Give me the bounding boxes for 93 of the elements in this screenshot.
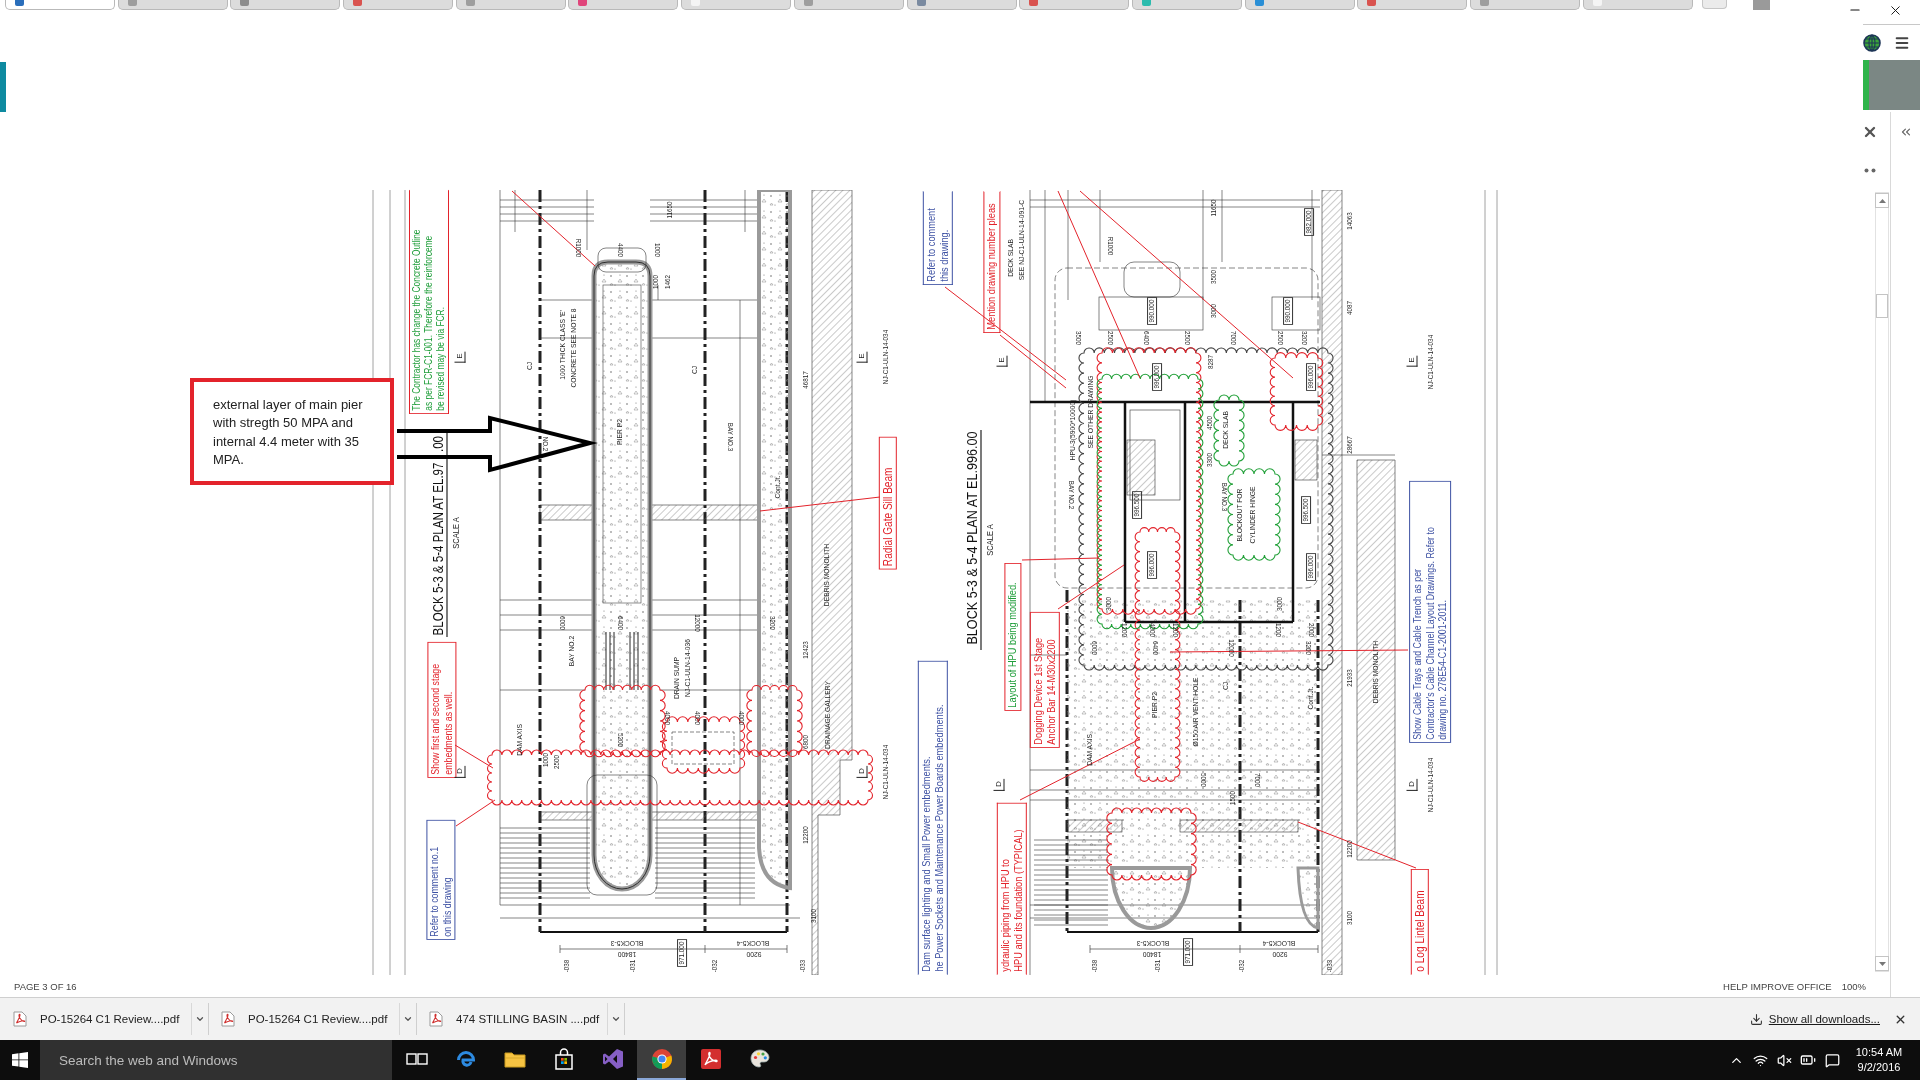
drawing-label: DAM AXIS: [1085, 734, 1095, 766]
drawing-label: HPU-3(5900*10000): [1068, 399, 1078, 461]
swirl-tile-icon: [699, 1048, 722, 1070]
drawing-label: Ø150 AIR VENT HOLE: [1191, 677, 1201, 747]
download-item[interactable]: 474 STILLING BASIN ....pdf: [421, 1003, 607, 1035]
drawing-label: SEE OTHER DRAWING: [1086, 375, 1096, 449]
drawing-label: CJ: [525, 361, 535, 371]
message-icon[interactable]: [1824, 1052, 1840, 1068]
windows-logo-icon: [12, 1052, 28, 1068]
folder-icon: [503, 1050, 526, 1068]
drawing-label: DAM AXIS: [515, 724, 525, 756]
drawing-label: 18400: [1142, 949, 1162, 959]
caret-icon: [403, 1014, 413, 1024]
drawing-label: DRAIN SUMP: [672, 656, 682, 700]
wifi-icon[interactable]: [1752, 1052, 1768, 1068]
drawing-label: 9200: [1272, 949, 1288, 959]
leader-line: [1057, 564, 1125, 610]
zoom-level[interactable]: 100%: [1841, 980, 1866, 992]
scrollbar-track[interactable]: [1875, 192, 1889, 972]
drawing-label: DRAINAGE GALLERY: [823, 681, 833, 749]
scroll-down-button[interactable]: [1875, 956, 1889, 971]
drawing-label: BLOCK5-3: [610, 938, 644, 948]
battery-icon[interactable]: [1800, 1052, 1816, 1068]
pdf-file-icon: [221, 1011, 235, 1027]
scrollbar-thumb[interactable]: [1876, 294, 1888, 318]
drawing-label: DECK SLAB: [1006, 239, 1016, 277]
download-item[interactable]: PO-15264 C1 Review....pdf: [5, 1003, 191, 1035]
drawing-label: PIER P2: [615, 419, 625, 445]
download-icon: [1749, 1012, 1763, 1026]
callout-note: external layer of main pier with stregth 50 MPA and internal 4.4 meter with 35 MPA.: [190, 378, 394, 485]
drawing-label: DEBRIS MONOLITH: [822, 543, 832, 607]
drawing-label: PIER P2: [1150, 692, 1160, 718]
caret-icon: [195, 1014, 205, 1024]
clock-button[interactable]: 10:54 AM 9/2/2016: [1844, 1040, 1914, 1080]
globe-icon[interactable]: [1863, 33, 1881, 52]
palette-icon: [748, 1048, 771, 1070]
drawing-label: CYLINDER HINGE: [1248, 486, 1258, 544]
search-field[interactable]: Search the web and Windows: [40, 1040, 392, 1080]
scroll-up-button[interactable]: [1875, 193, 1889, 208]
drawing-title: BLOCK 5-3 & 5-4 PLAN AT EL.97: [429, 462, 445, 636]
drawing-label: 9200: [746, 949, 762, 959]
drawing-label: DEBRIS MONOLITH: [1371, 640, 1381, 704]
drawing-title: BLOCK 5-3 & 5-4 PLAN AT EL.996.00: [963, 431, 979, 645]
scale-label: SCALE A: [986, 524, 996, 556]
drawing-label: BLOCK5-4: [1262, 938, 1296, 948]
download-item[interactable]: PO-15264 C1 Review....pdf: [213, 1003, 399, 1035]
menu-icon[interactable]: [1894, 34, 1910, 51]
leader-line: [455, 799, 496, 827]
shopping-bag-icon: [553, 1048, 574, 1070]
pdf-file-icon: [429, 1011, 443, 1027]
browser-tab[interactable]: [1244, 0, 1355, 10]
drawing-label: CONCRETE SEE NOTE 8: [569, 308, 579, 388]
drawing-label: NJ-C1-ULN-14-036: [683, 639, 693, 697]
feedback-link[interactable]: HELP IMPROVE OFFICE: [1723, 980, 1832, 992]
speaker-muted-icon[interactable]: [1776, 1052, 1792, 1068]
drawing-label: Cont.Jt.: [1306, 686, 1316, 710]
page-indicator: PAGE 3 OF 16: [14, 980, 77, 992]
drawing-label: CJ: [690, 365, 700, 375]
browser-tab[interactable]: [568, 0, 679, 10]
photo-placeholder: [1863, 60, 1920, 110]
ribbon-logo-icon: [601, 1048, 624, 1070]
drawing-label: DECK SLAB: [1221, 411, 1231, 449]
close-icon[interactable]: [1862, 124, 1878, 140]
leader-line: [454, 744, 494, 769]
profile-button[interactable]: [1753, 0, 1771, 10]
browser-tab[interactable]: [343, 0, 454, 10]
drawing-label: Cont.Jt.: [773, 475, 783, 499]
triangle-up-icon: [1878, 198, 1886, 203]
drawing-label: BLOCKOUT FOR: [1235, 488, 1245, 542]
browser-tab[interactable]: [5, 0, 115, 10]
taskbar-app-button[interactable]: [637, 1040, 686, 1080]
drawing-title: .00: [429, 435, 445, 453]
triangle-down-icon: [1878, 961, 1886, 966]
browser-tab[interactable]: [230, 0, 341, 10]
drawing-label: BLOCK5-3: [1136, 938, 1170, 948]
browser-tab[interactable]: [1019, 0, 1130, 10]
review-comment: The Contractor has change the Concrete Outline as per FCR-C1-001. Therefore the reinforceme be revised may be via FCR.: [408, 190, 449, 414]
browser-tab[interactable]: [906, 0, 1017, 10]
drawing-label: 1000 THICK CLASS 'E': [558, 310, 568, 380]
drawing-label: SEE NJ-C1-ULN-14-091-C: [1017, 199, 1027, 281]
browser-tab[interactable]: [1357, 0, 1468, 10]
show-all-downloads-link[interactable]: Show all downloads...: [1749, 1012, 1880, 1026]
drawing-label: CJ: [1221, 681, 1231, 691]
dots-icon[interactable]: [1864, 168, 1876, 173]
circle-logo-icon: [650, 1048, 673, 1070]
drawing-label: BAY NO.2: [567, 635, 577, 667]
drawing-label: 18400: [617, 949, 637, 959]
pdf-file-icon: [13, 1011, 27, 1027]
scale-label: SCALE A: [452, 517, 462, 549]
e-logo-icon: [454, 1048, 477, 1070]
task-view-icon: [405, 1051, 428, 1067]
caret-icon: [611, 1014, 621, 1024]
drawing-label: BLOCK5-4: [736, 938, 770, 948]
